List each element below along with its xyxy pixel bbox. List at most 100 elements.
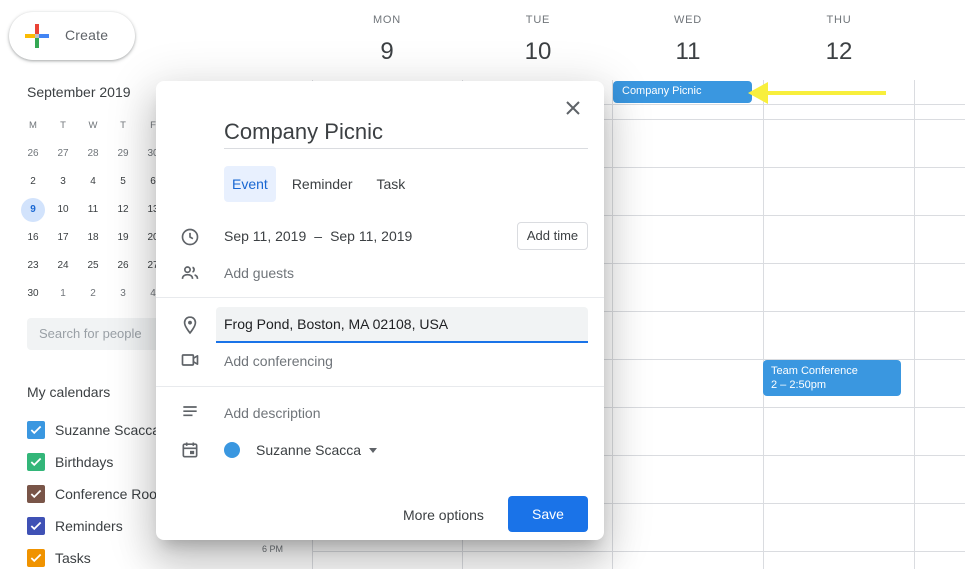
divider	[156, 386, 604, 387]
checkbox-checked-icon[interactable]	[27, 453, 45, 471]
weekday-header: T	[120, 120, 126, 131]
calendar-owner-label: Suzanne Scacca	[256, 442, 362, 458]
yellow-arrow-annotation-icon	[748, 82, 886, 104]
mini-day[interactable]: 26	[108, 254, 138, 278]
calendar-icon	[180, 440, 200, 460]
calendar-item-label: Birthdays	[55, 454, 114, 470]
mini-day[interactable]: 29	[108, 142, 138, 166]
calendar-item[interactable]: Birthdays	[27, 446, 169, 478]
checkbox-checked-icon[interactable]	[27, 517, 45, 535]
calendar-item-label: Conference Room	[55, 486, 169, 502]
mini-day[interactable]: 3	[108, 282, 138, 306]
mini-day[interactable]: 19	[108, 226, 138, 250]
create-button-label: Create	[65, 27, 109, 43]
tab-task[interactable]: Task	[369, 166, 414, 202]
mini-day[interactable]: 30	[18, 282, 48, 306]
day-number: 12	[825, 38, 853, 65]
search-people-input[interactable]: Search for people	[27, 318, 167, 350]
mini-day[interactable]: 25	[78, 254, 108, 278]
mini-day[interactable]: 2	[18, 170, 48, 194]
all-day-event-company-picnic[interactable]: Company Picnic	[613, 81, 752, 103]
weekday-header: M	[29, 120, 37, 131]
add-guests-input[interactable]: Add guests	[224, 265, 294, 281]
day-number: 10	[524, 38, 552, 65]
more-options-button[interactable]: More options	[396, 503, 491, 527]
mini-day[interactable]: 2	[78, 282, 108, 306]
mini-day[interactable]: 11	[78, 198, 108, 222]
time-label-6pm: 6 PM	[262, 544, 284, 554]
location-input[interactable]: Frog Pond, Boston, MA 02108, USA	[216, 307, 588, 343]
mini-calendar-title: September 2019	[27, 84, 131, 100]
calendar-item-label: Tasks	[55, 550, 91, 566]
mini-day[interactable]: 24	[48, 254, 78, 278]
day-of-week: THU	[826, 14, 852, 26]
mini-day-today[interactable]: 9	[18, 198, 48, 222]
grid-column-line	[914, 80, 915, 569]
day-of-week: WED	[673, 14, 703, 26]
mini-day[interactable]: 28	[78, 142, 108, 166]
day-header-tue[interactable]: TUE 10	[463, 14, 613, 66]
tab-reminder[interactable]: Reminder	[284, 166, 361, 202]
clock-icon	[180, 227, 200, 247]
day-header-mon[interactable]: MON 9	[312, 14, 462, 66]
mini-day-today-label: 9	[21, 198, 45, 222]
calendar-item[interactable]: Tasks	[27, 542, 169, 569]
mini-day[interactable]: 12	[108, 198, 138, 222]
mini-day[interactable]: 4	[78, 170, 108, 194]
mini-day[interactable]: 18	[78, 226, 108, 250]
create-button[interactable]: Create	[9, 12, 135, 60]
end-date[interactable]: Sep 11, 2019	[330, 228, 412, 244]
day-of-week: TUE	[525, 14, 551, 26]
add-description-input[interactable]: Add description	[224, 405, 321, 421]
day-of-week: MON	[372, 14, 402, 26]
start-date[interactable]: Sep 11, 2019	[224, 228, 306, 244]
calendar-owner-dropdown[interactable]: Suzanne Scacca	[256, 442, 378, 458]
event-team-conference[interactable]: Team Conference 2 – 2:50pm	[763, 360, 901, 396]
video-camera-icon	[180, 350, 200, 370]
tab-event[interactable]: Event	[224, 166, 276, 202]
colorful-plus-icon	[25, 24, 49, 48]
people-icon	[180, 263, 200, 283]
mini-day[interactable]: 16	[18, 226, 48, 250]
day-header-wed[interactable]: WED 11	[613, 14, 763, 66]
add-time-button[interactable]: Add time	[517, 222, 588, 250]
calendar-item[interactable]: Reminders	[27, 510, 169, 542]
event-type-tabs: Event Reminder Task	[224, 166, 421, 202]
mini-day[interactable]: 26	[18, 142, 48, 166]
notes-lines-icon	[180, 402, 200, 422]
event-title-input[interactable]: Company Picnic	[224, 117, 588, 149]
day-header-thu[interactable]: THU 12	[764, 14, 914, 66]
event-title: Team Conference	[771, 365, 858, 377]
mini-day[interactable]: 1	[48, 282, 78, 306]
checkbox-checked-icon[interactable]	[27, 485, 45, 503]
calendar-color-dot	[224, 442, 240, 458]
save-button[interactable]: Save	[508, 496, 588, 532]
event-time: 2 – 2:50pm	[771, 379, 827, 391]
grid-column-line	[763, 80, 764, 569]
calendar-item[interactable]: Conference Room	[27, 478, 169, 510]
checkbox-checked-icon[interactable]	[27, 421, 45, 439]
mini-calendar: M T W T F 26 27 28 29 30 2 3 4 5 6 9 10 …	[18, 112, 168, 308]
mini-day[interactable]: 10	[48, 198, 78, 222]
mini-day[interactable]: 5	[108, 170, 138, 194]
weekday-header: W	[88, 120, 98, 131]
mini-day[interactable]: 17	[48, 226, 78, 250]
caret-down-icon	[369, 447, 378, 453]
grid-column-line	[612, 80, 613, 569]
add-conferencing-button[interactable]: Add conferencing	[224, 353, 333, 369]
calendar-item-label: Reminders	[55, 518, 123, 534]
my-calendars-title: My calendars	[27, 384, 111, 400]
checkbox-checked-icon[interactable]	[27, 549, 45, 567]
day-number: 11	[675, 38, 701, 65]
mini-day[interactable]: 23	[18, 254, 48, 278]
calendar-item[interactable]: Suzanne Scacca	[27, 414, 169, 446]
weekday-header: T	[60, 120, 66, 131]
my-calendars-list: Suzanne Scacca Birthdays Conference Room…	[27, 414, 169, 569]
mini-day[interactable]: 27	[48, 142, 78, 166]
event-quick-create-dialog: Company Picnic Event Reminder Task Sep 1…	[156, 81, 604, 540]
date-separator: –	[314, 228, 323, 244]
mini-day[interactable]: 3	[48, 170, 78, 194]
day-number: 9	[380, 38, 394, 65]
divider	[156, 297, 604, 298]
date-range: Sep 11, 2019– Sep 11, 2019	[224, 228, 412, 244]
